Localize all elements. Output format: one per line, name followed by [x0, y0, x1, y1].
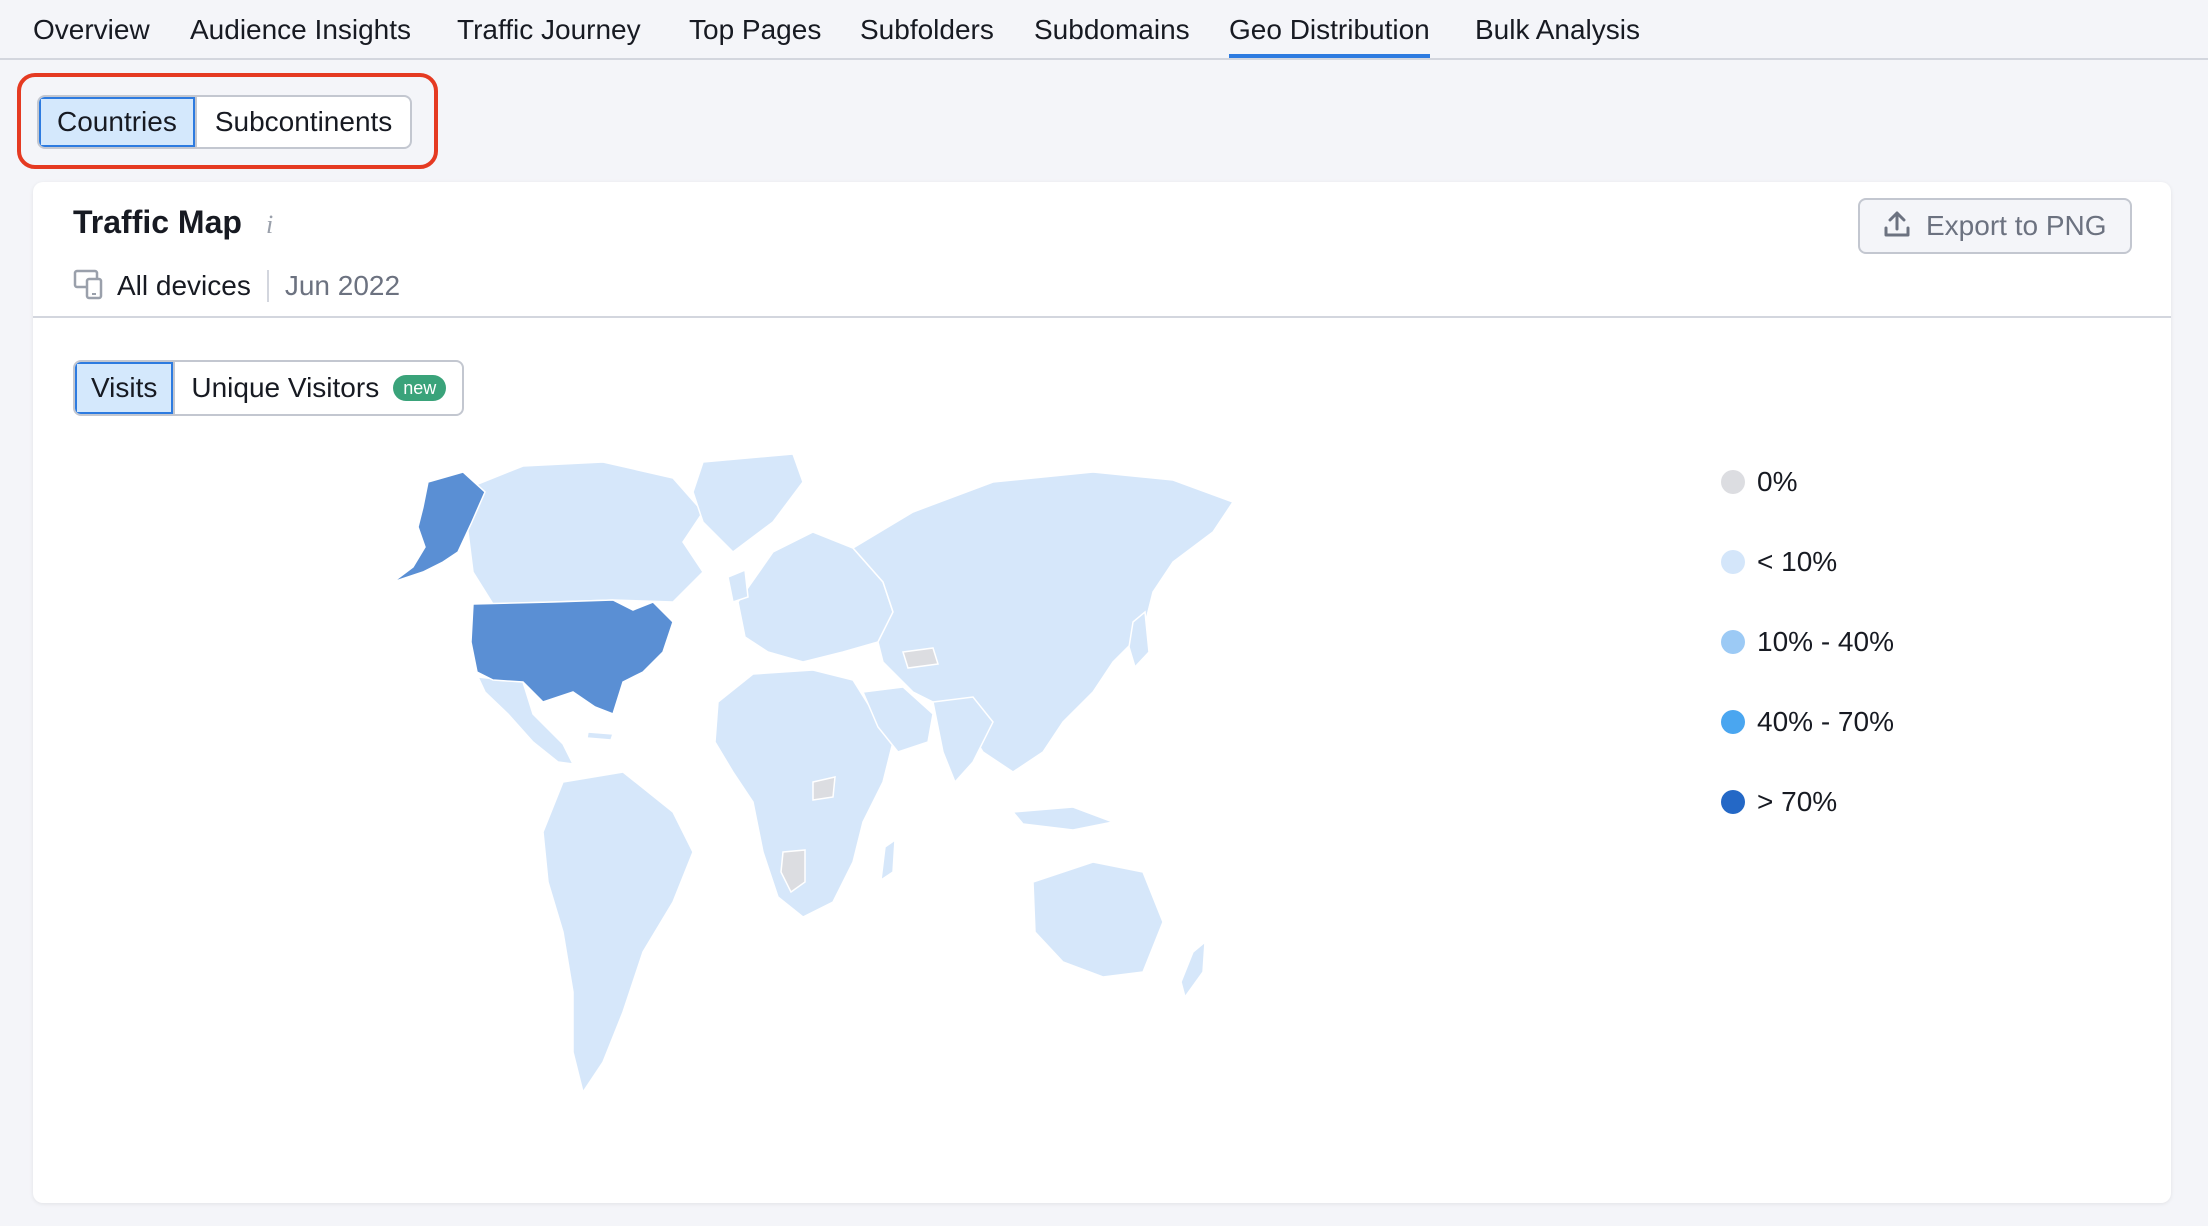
tab-subdomains[interactable]: Subdomains [1034, 14, 1190, 58]
tab-bulk-analysis[interactable]: Bulk Analysis [1475, 14, 1640, 58]
unique-visitors-button[interactable]: Unique Visitors new [173, 362, 462, 414]
map-legend: 0% < 10% 10% - 40% 40% - 70% > 70% [1721, 462, 1894, 862]
countries-button[interactable]: Countries [39, 97, 195, 147]
legend-label: > 70% [1757, 786, 1838, 817]
legend-dot [1721, 550, 1745, 574]
map-region-greenland [692, 453, 804, 553]
map-region-uk [727, 568, 749, 603]
map-region-new-zealand [1180, 940, 1206, 999]
separator [266, 270, 269, 302]
legend-label: 0% [1757, 466, 1798, 497]
region-toggle: Countries Subcontinents [37, 95, 413, 149]
tab-audience-insights[interactable]: Audience Insights [190, 14, 411, 58]
map-region-indonesia [1011, 806, 1116, 831]
legend-dot [1721, 630, 1745, 654]
legend-dot [1721, 790, 1745, 814]
info-icon[interactable]: i [266, 210, 273, 240]
legend-item: 40% - 70% [1721, 702, 1894, 742]
visits-button[interactable]: Visits [75, 362, 174, 414]
card-divider [33, 316, 2171, 318]
legend-item: 10% - 40% [1721, 622, 1894, 662]
tab-traffic-journey[interactable]: Traffic Journey [457, 14, 641, 58]
legend-item: 0% [1721, 462, 1894, 502]
card-title: Traffic Map [73, 204, 242, 240]
map-region-australia [1032, 861, 1164, 978]
tab-geo-distribution[interactable]: Geo Distribution [1229, 14, 1430, 58]
legend-label: 40% - 70% [1757, 706, 1894, 737]
legend-label: < 10% [1757, 546, 1838, 577]
map-region-canada [462, 461, 704, 605]
upload-icon [1882, 209, 1912, 244]
visits-label: Visits [91, 372, 158, 403]
legend-item: < 10% [1721, 542, 1894, 582]
legend-dot [1721, 470, 1745, 494]
legend-item: > 70% [1721, 782, 1894, 822]
legend-dot [1721, 710, 1745, 734]
top-tabs: Overview Audience Insights Traffic Journ… [0, 0, 2208, 60]
map-region-south-america [542, 771, 694, 1094]
traffic-map-card: Traffic Map i Export to PNG All devices … [33, 182, 2171, 1203]
date-filter[interactable]: Jun 2022 [285, 270, 400, 302]
world-map[interactable] [373, 452, 1653, 1172]
device-filter[interactable]: All devices [117, 270, 251, 302]
map-region-madagascar [880, 838, 896, 882]
unique-visitors-label: Unique Visitors [191, 372, 380, 403]
metric-toggle: Visits Unique Visitors new [73, 360, 465, 416]
devices-icon[interactable] [73, 268, 105, 305]
map-region-caribbean [586, 731, 615, 741]
subcontinents-button[interactable]: Subcontinents [194, 97, 410, 147]
tab-overview[interactable]: Overview [33, 14, 150, 58]
tab-subfolders[interactable]: Subfolders [860, 14, 994, 58]
map-region-zero-asia [902, 647, 939, 669]
legend-label: 10% - 40% [1757, 626, 1894, 657]
filter-row: All devices Jun 2022 [73, 266, 400, 306]
new-badge: new [393, 375, 447, 401]
export-png-button[interactable]: Export to PNG [1858, 198, 2132, 254]
export-label: Export to PNG [1926, 210, 2107, 241]
region-toggle-highlight: Countries Subcontinents [17, 73, 438, 169]
map-region-india [932, 696, 994, 784]
tab-top-pages[interactable]: Top Pages [689, 14, 821, 58]
